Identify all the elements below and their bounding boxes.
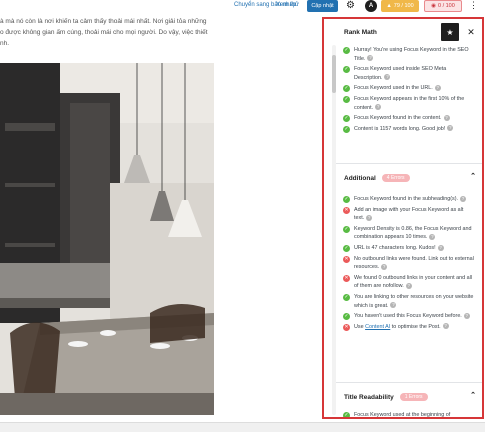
check-ok-icon: ✓ bbox=[343, 95, 350, 103]
chevron-up-icon[interactable]: ⌃ bbox=[470, 391, 476, 399]
help-icon[interactable]: ? bbox=[381, 263, 388, 270]
check-item: ✓ You are linking to other resources on … bbox=[324, 293, 482, 310]
check-item: ✓ Focus Keyword found in the subheading(… bbox=[324, 195, 482, 204]
title-readability-section-header[interactable]: Title Readability 1 Errors ⌃ bbox=[344, 391, 476, 403]
check-item: ✓ Focus Keyword used inside SEO Meta Des… bbox=[324, 65, 482, 82]
editor-toolbar: Chuyển sang bản nháp Xem thử Cập nhật ⚙ … bbox=[0, 0, 485, 14]
content-ai-icon: ◉ bbox=[431, 3, 436, 9]
check-item: ✓ Focus Keyword found in the content.? bbox=[324, 114, 482, 123]
help-icon[interactable]: ? bbox=[443, 114, 450, 121]
settings-gear-icon[interactable]: ⚙ bbox=[346, 0, 355, 12]
check-text: URL is 47 characters long. Kudos! bbox=[354, 244, 436, 251]
check-item: ✕ We found 0 outbound links in your cont… bbox=[324, 274, 482, 291]
check-text: Focus Keyword used at the beginning of bbox=[354, 412, 451, 418]
check-item: ✕ Use Content AI to optimise the Post.? bbox=[324, 323, 482, 332]
check-text: No outbound links were found. Link out t… bbox=[354, 255, 474, 271]
section-title: Title Readability bbox=[344, 393, 394, 401]
help-icon[interactable]: ? bbox=[366, 214, 373, 221]
basic-seo-checks: ✓ Hurray! You're using Focus Keyword in … bbox=[324, 46, 482, 133]
help-icon[interactable]: ? bbox=[442, 323, 449, 330]
check-ok-icon: ✓ bbox=[343, 412, 350, 418]
help-icon[interactable]: ? bbox=[390, 302, 397, 309]
seo-score-button[interactable]: ▲ 79 / 100 bbox=[381, 0, 419, 12]
help-icon[interactable]: ? bbox=[459, 195, 466, 202]
article-line: à mà nó còn là nơi khiến ta cảm thấy tho… bbox=[0, 18, 207, 25]
additional-section-header[interactable]: Additional 4 Errors ⌃ bbox=[344, 172, 476, 184]
check-error-icon: ✕ bbox=[343, 255, 350, 263]
content-score-value: 0 / 100 bbox=[437, 3, 455, 9]
help-icon[interactable]: ? bbox=[447, 125, 454, 132]
pin-star-icon[interactable]: ★ bbox=[441, 23, 459, 41]
check-ok-icon: ✓ bbox=[343, 47, 350, 54]
title-readability-checks: ✓ Focus Keyword used at the beginning of bbox=[324, 411, 482, 418]
help-icon[interactable]: ? bbox=[384, 74, 391, 81]
help-icon[interactable]: ? bbox=[367, 55, 374, 62]
rank-math-panel: Rank Math ★ ✕ ✓ Hurray! You're using Foc… bbox=[322, 17, 484, 419]
check-ok-icon: ✓ bbox=[343, 313, 350, 321]
error-count-badge: 1 Errors bbox=[399, 393, 428, 401]
check-item: ✕ Add an image with your Focus Keyword a… bbox=[324, 206, 482, 223]
check-text: Keyword Density is 0.86, the Focus Keywo… bbox=[354, 225, 472, 241]
panel-title: Rank Math bbox=[344, 28, 377, 36]
check-error-icon: ✕ bbox=[343, 323, 350, 331]
check-text: Focus Keyword found in the subheading(s)… bbox=[354, 196, 458, 202]
additional-checks: ✓ Focus Keyword found in the subheading(… bbox=[324, 195, 482, 331]
section-divider bbox=[336, 163, 482, 164]
section-divider bbox=[336, 382, 482, 383]
article-content[interactable]: à mà nó còn là nơi khiến ta cảm thấy tho… bbox=[0, 16, 322, 49]
article-image[interactable] bbox=[0, 63, 214, 415]
check-ok-icon: ✓ bbox=[343, 225, 350, 233]
more-options-icon[interactable]: ⋮ bbox=[469, 0, 478, 11]
check-item: ✓ Keyword Density is 0.86, the Focus Key… bbox=[324, 225, 482, 242]
close-icon[interactable]: ✕ bbox=[464, 23, 478, 41]
check-item: ✓ URL is 47 characters long. Kudos!? bbox=[324, 244, 482, 253]
article-line: o được không gian ấm cúng, thoải mái cho… bbox=[0, 29, 208, 36]
check-item: ✓ You haven't used this Focus Keyword be… bbox=[324, 312, 482, 321]
check-text: Content is 1157 words long. Good job! bbox=[354, 125, 446, 132]
check-item: ✓ Focus Keyword used at the beginning of bbox=[324, 411, 482, 418]
check-ok-icon: ✓ bbox=[343, 293, 350, 301]
seo-score-value: 79 / 100 bbox=[393, 3, 414, 9]
content-ai-link[interactable]: Content AI bbox=[365, 324, 390, 330]
check-text: You haven't used this Focus Keyword befo… bbox=[354, 313, 462, 320]
check-item: ✓ Hurray! You're using Focus Keyword in … bbox=[324, 46, 482, 63]
check-item: ✓ Focus Keyword used in the URL.? bbox=[324, 84, 482, 93]
preview-link[interactable]: Xem thử bbox=[276, 2, 299, 8]
check-text-suffix: to optimise the Post. bbox=[390, 323, 441, 330]
help-icon[interactable]: ? bbox=[437, 244, 444, 251]
check-item: ✕ No outbound links were found. Link out… bbox=[324, 255, 482, 272]
content-score-button[interactable]: ◉ 0 / 100 bbox=[424, 0, 462, 12]
help-icon[interactable]: ? bbox=[434, 84, 441, 91]
check-text: We found 0 outbound links in your conten… bbox=[354, 274, 472, 290]
check-text: Focus Keyword used in the URL. bbox=[354, 85, 433, 92]
article-line: nh. bbox=[0, 40, 10, 47]
check-ok-icon: ✓ bbox=[343, 115, 350, 123]
check-ok-icon: ✓ bbox=[343, 66, 350, 74]
check-ok-icon: ✓ bbox=[343, 125, 350, 133]
check-text: Focus Keyword appears in the first 10% o… bbox=[354, 95, 465, 111]
check-text: Focus Keyword used inside SEO Meta Descr… bbox=[354, 66, 447, 81]
update-button[interactable]: Cập nhật bbox=[307, 0, 338, 12]
check-ok-icon: ✓ bbox=[343, 196, 350, 203]
help-icon[interactable]: ? bbox=[429, 233, 436, 240]
editor-footer bbox=[0, 422, 485, 432]
author-avatar-icon[interactable]: A bbox=[365, 0, 377, 12]
chevron-up-icon[interactable]: ⌃ bbox=[470, 172, 476, 180]
check-item: ✓ Focus Keyword appears in the first 10%… bbox=[324, 95, 482, 112]
check-text: Focus Keyword found in the content. bbox=[354, 115, 442, 122]
section-title: Additional bbox=[344, 174, 376, 182]
help-icon[interactable]: ? bbox=[463, 312, 470, 319]
check-error-icon: ✕ bbox=[343, 206, 350, 214]
chart-icon: ▲ bbox=[386, 3, 392, 9]
check-text-prefix: Use bbox=[354, 323, 366, 330]
check-ok-icon: ✓ bbox=[343, 244, 350, 252]
help-icon[interactable]: ? bbox=[405, 282, 412, 289]
check-item: ✓ Content is 1157 words long. Good job!? bbox=[324, 125, 482, 134]
check-error-icon: ✕ bbox=[343, 274, 350, 282]
help-icon[interactable]: ? bbox=[375, 104, 382, 111]
check-text: You are linking to other resources on yo… bbox=[354, 293, 474, 309]
error-count-badge: 4 Errors bbox=[381, 174, 410, 182]
check-ok-icon: ✓ bbox=[343, 85, 350, 93]
